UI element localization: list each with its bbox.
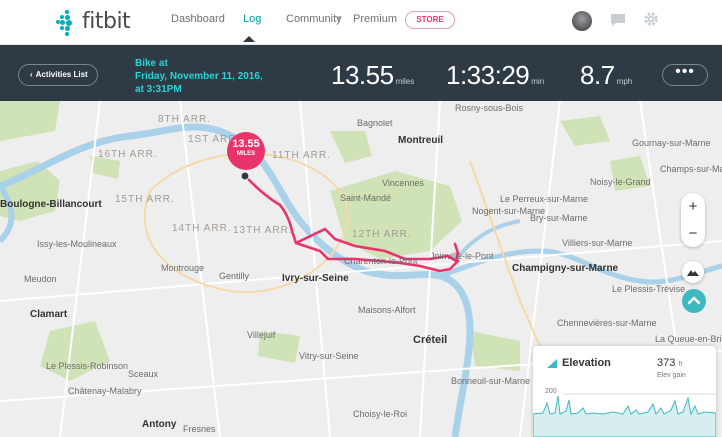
zoom-control: + − bbox=[681, 193, 705, 247]
zoom-in-button[interactable]: + bbox=[681, 193, 705, 220]
label-bry: Bry-sur-Marne bbox=[530, 213, 588, 223]
distance-stat: 13.55 miles bbox=[331, 60, 414, 91]
distance-value: 13.55 bbox=[331, 60, 394, 90]
label-joinville: Joinville-le-Pont bbox=[430, 251, 494, 261]
label-montreuil: Montreuil bbox=[398, 135, 443, 146]
duration-stat: 1:33:29 min bbox=[446, 60, 544, 91]
top-nav: fitbit Dashboard Log Community ▾ Premium… bbox=[0, 0, 722, 45]
label-antony: Antony bbox=[142, 419, 177, 430]
label-sceaux: Sceaux bbox=[128, 369, 159, 379]
label-14th-arr: 14TH ARR. bbox=[172, 223, 232, 234]
label-boulogne: Boulogne-Billancourt bbox=[0, 199, 102, 210]
label-choisy: Choisy-le-Roi bbox=[353, 409, 408, 419]
label-ivry: Ivry-sur-Seine bbox=[282, 273, 349, 284]
label-plessis-robinson: Le Plessis-Robinson bbox=[46, 361, 129, 371]
label-montrouge: Montrouge bbox=[161, 263, 205, 273]
elevation-gain-label: Elev gain bbox=[657, 372, 686, 379]
label-gournay: Gournay-sur-Marne bbox=[632, 138, 711, 148]
label-plessis-trevise: Le Plessis-Trévise bbox=[612, 284, 686, 294]
chevron-left-icon: ‹ bbox=[30, 70, 33, 79]
label-maisons: Maisons-Alfort bbox=[358, 305, 416, 315]
elevation-number: 373 bbox=[657, 357, 676, 369]
brand-name: fitbit bbox=[82, 9, 131, 34]
activity-title-line2: Friday, November 11, 2016, bbox=[135, 71, 263, 82]
avatar[interactable] bbox=[572, 11, 592, 31]
store-button[interactable]: STORE bbox=[405, 11, 455, 29]
label-champigny: Champigny-sur-Marne bbox=[512, 263, 619, 274]
label-meudon: Meudon bbox=[24, 274, 57, 284]
label-vincennes: Vincennes bbox=[382, 178, 424, 188]
activities-list-label: Activities List bbox=[35, 70, 88, 79]
elevation-title: Elevation bbox=[562, 357, 611, 369]
duration-value: 1:33:29 bbox=[446, 60, 530, 90]
active-tab-indicator bbox=[243, 36, 255, 42]
chat-icon[interactable] bbox=[610, 13, 626, 28]
label-saintmande: Saint-Mandé bbox=[340, 193, 392, 203]
distance-badge: 13.55 MILES bbox=[227, 132, 265, 170]
label-bonneuil: Bonneuil-sur-Marne bbox=[451, 376, 531, 386]
activity-title-line1: Bike at bbox=[135, 58, 168, 69]
label-13th-arr: 13TH ARR. bbox=[233, 225, 293, 236]
label-15th-arr: 15TH ARR. bbox=[115, 194, 175, 205]
badge-unit: MILES bbox=[236, 151, 256, 157]
label-perreux: Le Perreux-sur-Marne bbox=[500, 194, 589, 204]
badge-value: 13.55 bbox=[232, 138, 260, 150]
label-fresnes: Fresnes bbox=[183, 424, 216, 434]
duration-unit: min bbox=[531, 77, 545, 86]
label-charenton: Charenton-le-Pont bbox=[344, 256, 418, 266]
label-gentilly: Gentilly bbox=[219, 271, 250, 281]
activity-title: Bike at Friday, November 11, 2016, at 3:… bbox=[135, 57, 265, 96]
label-8th-arr: 8TH ARR. bbox=[158, 114, 212, 125]
label-vitry: Vitry-sur-Seine bbox=[299, 351, 359, 361]
nav-community[interactable]: Community bbox=[286, 13, 342, 25]
elevation-panel: Elevation 373 ft Elev gain 200 bbox=[533, 346, 716, 437]
label-clamart: Clamart bbox=[30, 309, 68, 320]
elevation-value: 373 ft bbox=[657, 357, 682, 369]
label-16th-arr: 16TH ARR. bbox=[98, 149, 158, 160]
elevation-unit: ft bbox=[678, 361, 683, 368]
label-villiers: Villiers-sur-Marne bbox=[562, 238, 633, 248]
label-bagnolet: Bagnolet bbox=[357, 118, 393, 128]
speed-value: 8.7 bbox=[580, 60, 615, 90]
elevation-toggle-button[interactable] bbox=[682, 289, 706, 313]
fitbit-dots-icon bbox=[56, 9, 78, 36]
label-issy: Issy-les-Moulineaux bbox=[37, 239, 117, 249]
nav-dashboard[interactable]: Dashboard bbox=[171, 13, 225, 25]
speed-stat: 8.7 mph bbox=[580, 60, 632, 91]
label-queue-en-brie: La Queue-en-Brie bbox=[655, 334, 722, 344]
community-caret-icon: ▾ bbox=[337, 15, 341, 22]
more-options-button[interactable]: ••• bbox=[662, 64, 708, 86]
elevation-icon bbox=[547, 359, 557, 368]
zoom-out-button[interactable]: − bbox=[681, 220, 705, 247]
label-11th-arr: 11TH ARR. bbox=[272, 150, 331, 161]
distance-unit: miles bbox=[395, 77, 415, 86]
label-champs: Champs-sur-Marne bbox=[660, 164, 722, 174]
label-creteil: Créteil bbox=[413, 334, 448, 346]
label-noisy: Noisy-le-Grand bbox=[590, 177, 651, 187]
terrain-button[interactable] bbox=[682, 261, 704, 283]
gear-icon[interactable] bbox=[643, 11, 659, 27]
activities-list-button[interactable]: ‹ Activities List bbox=[18, 64, 98, 86]
fitbit-logo[interactable]: fitbit bbox=[56, 9, 131, 36]
speed-unit: mph bbox=[616, 77, 633, 86]
nav-log[interactable]: Log bbox=[243, 13, 261, 25]
label-chatenay: Châtenay-Malabry bbox=[68, 386, 142, 396]
elevation-profile bbox=[533, 393, 716, 437]
label-chennevieres: Chennevières-sur-Marne bbox=[557, 318, 657, 328]
label-12th-arr: 12TH ARR. bbox=[352, 229, 412, 240]
chevron-up-icon bbox=[687, 296, 701, 305]
activity-title-line3: at 3:31PM bbox=[135, 84, 182, 95]
route-map[interactable]: 8TH ARR. 1ST ARR. 16TH ARR. 15TH ARR. 14… bbox=[0, 101, 722, 437]
activity-summary-bar: ‹ Activities List Bike at Friday, Novembe… bbox=[0, 45, 722, 101]
mountain-icon bbox=[687, 270, 699, 276]
label-rosny: Rosny-sous-Bois bbox=[455, 103, 524, 113]
nav-premium[interactable]: Premium bbox=[353, 13, 397, 25]
label-villejuif: Villejuif bbox=[247, 330, 276, 340]
